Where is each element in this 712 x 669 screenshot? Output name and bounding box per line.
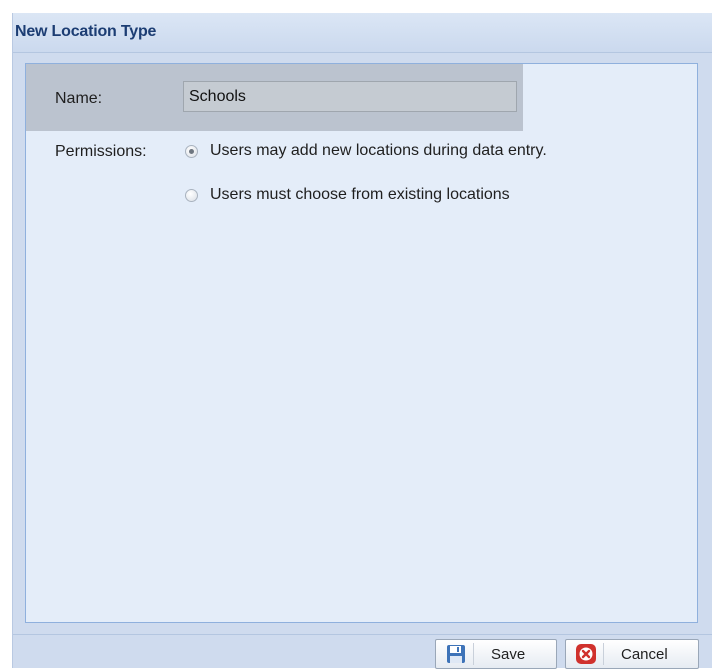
- dialog-body-panel: Name: Permissions: Users may add new loc…: [25, 63, 698, 623]
- dialog-title: New Location Type: [15, 23, 157, 40]
- name-input[interactable]: [183, 81, 517, 112]
- dialog-footer: Save Cancel: [13, 634, 712, 669]
- save-button[interactable]: Save: [435, 639, 557, 669]
- name-label: Name:: [55, 90, 103, 107]
- permissions-label: Permissions:: [55, 143, 147, 160]
- permission-option-choose-existing[interactable]: Users must choose from existing location…: [185, 186, 510, 204]
- cancel-button-label: Cancel: [621, 645, 668, 663]
- permission-option-add-new-label: Users may add new locations during data …: [210, 142, 547, 159]
- dialog-title-bar[interactable]: New Location Type: [13, 13, 712, 53]
- save-button-label: Save: [491, 645, 526, 663]
- floppy-disk-icon: [445, 643, 467, 665]
- radio-add-new-locations[interactable]: [185, 144, 198, 158]
- new-location-type-dialog: New Location Type Name: Permissions: Use…: [12, 13, 712, 669]
- permission-option-choose-existing-label: Users must choose from existing location…: [210, 186, 510, 203]
- radio-choose-existing-locations[interactable]: [185, 188, 198, 202]
- cancel-button[interactable]: Cancel: [565, 639, 699, 669]
- cancel-button-divider: [603, 643, 604, 665]
- save-button-divider: [473, 643, 474, 665]
- red-cancel-icon: [575, 643, 597, 665]
- permission-option-add-new[interactable]: Users may add new locations during data …: [185, 142, 547, 160]
